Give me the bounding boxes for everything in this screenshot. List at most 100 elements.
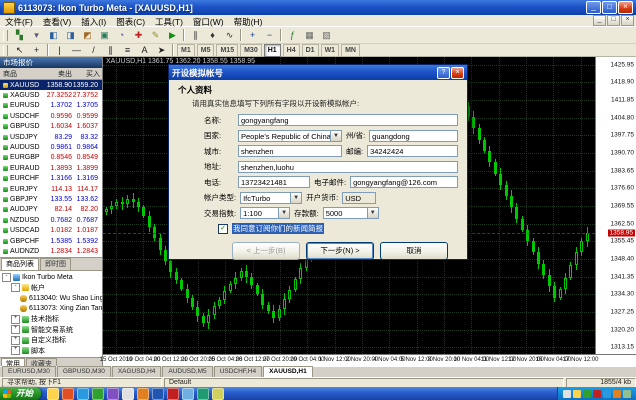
name-field[interactable]: gongyangfang [238,114,458,126]
market-watch-row[interactable]: GBPJPY133.55133.62 [0,194,102,204]
metaeditor-icon[interactable]: ✎ [147,27,164,43]
market-watch-row[interactable]: XAUUSD1358.901359.20 [0,80,102,90]
chart-tab[interactable]: XAGUSD,H4 [112,366,162,377]
start-button[interactable]: 开始 [0,387,41,400]
taskbar-app-icon[interactable] [167,388,179,400]
taskbar-app-icon[interactable] [92,388,104,400]
back-button[interactable]: < 上一步(B) [232,242,300,260]
chart-tab[interactable]: EURUSD,M30 [2,366,56,377]
navigator-node[interactable]: +技术指标 [2,314,102,325]
timeframe-button-d1[interactable]: D1 [302,44,319,57]
chart-time-axis[interactable]: 15 Oct 201019 Oct 04:0020 Oct 12:0021 Oc… [103,354,636,366]
account-type-select[interactable]: IfcTurbo▼ [240,192,302,204]
trendline-icon[interactable]: / [85,42,102,58]
menu-item[interactable]: 文件(F) [0,17,38,27]
taskbar-app-icon[interactable] [62,388,74,400]
navigator-node[interactable]: +智能交易系统 [2,325,102,336]
address-field[interactable]: shenzhen,luohu [238,161,458,173]
minimize-button[interactable]: _ [586,1,601,14]
tree-expand-icon[interactable]: + [11,336,20,345]
market-watch-row[interactable]: AUDNZD1.28341.2843 [0,246,102,256]
tray-icon[interactable] [603,390,611,398]
newsletter-checkbox[interactable]: ✓ [218,224,228,234]
taskbar-app-icon[interactable] [152,388,164,400]
horizontal-line-icon[interactable]: — [68,42,85,58]
tray-icon[interactable] [563,390,571,398]
periods-icon[interactable]: ▦ [301,27,318,43]
timeframe-button-m5[interactable]: M5 [197,44,215,57]
market-watch-row[interactable]: USDJPY83.2983.32 [0,132,102,142]
navigator-node[interactable]: +脚本 [2,346,102,357]
dialog-help-button[interactable]: ? [437,67,450,79]
market-watch-row[interactable]: AUDJPY82.1482.20 [0,205,102,215]
city-field[interactable]: shenzhen [238,145,342,157]
taskbar-app-icon[interactable] [77,388,89,400]
chart-price-axis[interactable]: 1425.951418.901411.851404.801397.751390.… [595,57,636,354]
email-field[interactable]: gongyangfang@126.com [350,176,458,188]
tray-icon[interactable] [613,390,621,398]
indicators-icon[interactable]: ƒ [284,27,301,43]
cancel-button[interactable]: 取消 [380,242,448,260]
market-watch-tab[interactable]: 即时图 [40,258,71,270]
menu-item[interactable]: 查看(V) [38,17,76,27]
child-minimize-button[interactable]: _ [593,15,606,26]
chevron-down-icon[interactable]: ▼ [278,208,289,218]
new-chart-icon[interactable]: ▚ [11,27,28,43]
text-icon[interactable]: A [136,42,153,58]
chart-tab[interactable]: AUDUSD,M5 [162,366,212,377]
menu-item[interactable]: 图表(C) [111,17,150,27]
channel-icon[interactable]: ∥ [102,42,119,58]
menu-item[interactable]: 插入(I) [76,17,111,27]
profiles-icon[interactable]: ▾ [28,27,45,43]
chevron-down-icon[interactable]: ▼ [290,193,301,203]
next-button[interactable]: 下一步(N) > [306,242,374,260]
newsletter-checkbox-label[interactable]: 我同意订阅你们的新闻简报 [232,223,324,234]
templates-icon[interactable]: ▧ [318,27,335,43]
market-watch-row[interactable]: XAGUSD27.325227.3752 [0,90,102,100]
market-watch-row[interactable]: AUDUSD0.98610.9864 [0,142,102,152]
navigator-icon[interactable]: ◩ [79,27,96,43]
bar-chart-icon[interactable]: ∥ [187,27,204,43]
new-order-icon[interactable]: ✚ [130,27,147,43]
leverage-select[interactable]: 1:100▼ [240,207,290,219]
tray-icon[interactable] [573,390,581,398]
tray-icon[interactable] [593,390,601,398]
timeframe-button-m30[interactable]: M30 [240,44,262,57]
market-watch-row[interactable]: GBPCHF1.53851.5392 [0,236,102,246]
market-watch-row[interactable]: EURCHF1.31661.3169 [0,174,102,184]
strategy-tester-icon[interactable]: ◔ [113,27,130,43]
tree-expand-icon[interactable]: + [11,346,20,355]
crosshair-icon[interactable]: + [28,42,45,58]
market-watch-row[interactable]: NZDUSD0.76820.7687 [0,215,102,225]
zoom-out-icon[interactable]: − [261,27,278,43]
navigator-node[interactable]: +自定义指标 [2,335,102,346]
timeframe-button-h4[interactable]: H4 [283,44,300,57]
market-watch-tab[interactable]: 商品列表 [1,258,39,270]
line-chart-icon[interactable]: ∿ [221,27,238,43]
tree-expand-icon[interactable]: + [11,315,20,324]
terminal-icon[interactable]: ▣ [96,27,113,43]
zip-field[interactable]: 34242424 [367,145,458,157]
chevron-down-icon[interactable]: ▼ [330,131,341,141]
navigator-account-item[interactable]: 6113073: Xing Zian Tan [2,304,102,315]
taskbar-app-icon[interactable] [197,388,209,400]
timeframe-button-w1[interactable]: W1 [321,44,340,57]
country-select[interactable]: People's Republic of China▼ [238,130,342,142]
expert-advisors-icon[interactable]: ▶ [164,27,181,43]
taskbar-app-icon[interactable] [47,388,59,400]
phone-field[interactable]: 13723421481 [238,176,310,188]
navigator-account-item[interactable]: 6113040: Wu Shao Ling [2,293,102,304]
tray-icon[interactable] [623,390,631,398]
tree-expand-icon[interactable]: + [11,325,20,334]
restore-button[interactable]: □ [602,1,617,14]
deposit-select[interactable]: 5000▼ [323,207,379,219]
timeframe-button-mn[interactable]: MN [341,44,360,57]
status-profile[interactable]: Default [164,378,564,388]
navigator-node[interactable]: -帐户 [2,283,102,294]
state-field[interactable]: guangdong [369,130,458,142]
menu-item[interactable]: 工具(T) [150,17,188,27]
market-watch-icon[interactable]: ◧ [45,27,62,43]
tray-icon[interactable] [583,390,591,398]
arrows-icon[interactable]: ➤ [153,42,170,58]
vertical-line-icon[interactable]: | [51,42,68,58]
